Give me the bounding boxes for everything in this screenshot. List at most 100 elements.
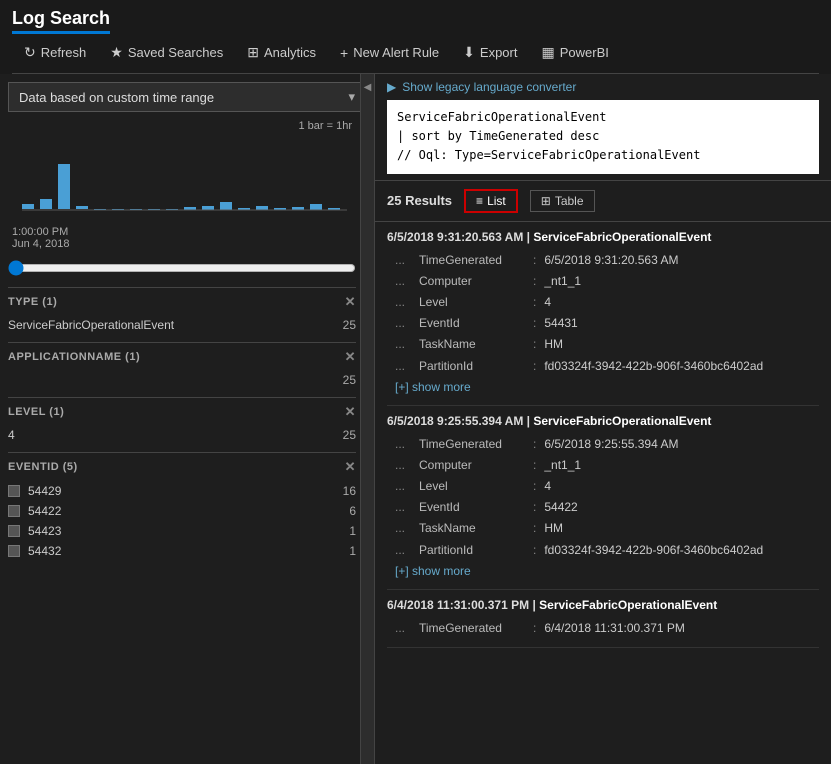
new-alert-rule-button[interactable]: + New Alert Rule [328,41,451,65]
expand-icon[interactable]: ... [395,251,415,270]
eventid-checkbox-2[interactable] [8,525,20,537]
result-eventtype-0: ServiceFabricOperationalEvent [533,230,711,244]
expand-icon[interactable]: ... [395,541,415,560]
result-item-1: 6/5/2018 9:25:55.394 AM | ServiceFabricO… [387,406,819,590]
type-filter-close[interactable]: ✕ [345,294,356,310]
expand-icon[interactable]: ... [395,619,415,638]
eventid-row-0: 54429 16 [8,481,356,501]
eventid-row-1: 54422 6 [8,501,356,521]
time-slider[interactable] [8,260,356,276]
eventid-value-1: 54422 [28,504,61,518]
table-icon: ⊞ [541,194,551,208]
results-list: 6/5/2018 9:31:20.563 AM | ServiceFabricO… [375,222,831,764]
result-field-1-4: ... TaskName : HM [387,518,819,539]
table-view-label: Table [555,194,584,208]
result-header-2: 6/4/2018 11:31:00.371 PM | ServiceFabric… [387,598,819,612]
chevron-right-icon: ▶ [387,80,396,94]
chart-label: 1:00:00 PM Jun 4, 2018 [12,226,352,250]
results-toolbar: 25 Results ≡ List ⊞ Table [375,181,831,222]
level-filter-section: LEVEL (1) ✕ 4 25 [8,397,356,444]
star-icon: ★ [110,44,123,61]
eventid-count-1: 6 [349,504,356,518]
level-filter-header: LEVEL (1) ✕ [8,404,356,420]
type-filter-header: TYPE (1) ✕ [8,294,356,310]
legacy-toggle-label: Show legacy language converter [402,80,576,94]
expand-icon[interactable]: ... [395,357,415,376]
result-header-1: 6/5/2018 9:25:55.394 AM | ServiceFabricO… [387,414,819,428]
eventid-filter-close[interactable]: ✕ [345,459,356,475]
legacy-toggle[interactable]: ▶ Show legacy language converter [387,80,819,94]
type-filter-value: ServiceFabricOperationalEvent [8,318,174,332]
collapse-icon: ◀ [364,82,372,93]
list-view-label: List [487,194,506,208]
expand-icon[interactable]: ... [395,314,415,333]
eventid-value-0: 54429 [28,484,61,498]
show-more-1[interactable]: [+] show more [387,561,479,581]
appname-filter-close[interactable]: ✕ [345,349,356,365]
appname-filter-label: APPLICATIONNAME (1) [8,351,140,363]
result-eventtype-1: ServiceFabricOperationalEvent [533,414,711,428]
powerbi-button[interactable]: ▦ PowerBI [529,40,620,65]
expand-icon[interactable]: ... [395,335,415,354]
analytics-button[interactable]: ⊞ Analytics [235,40,328,65]
toolbar: ↻ Refresh ★ Saved Searches ⊞ Analytics +… [12,40,819,74]
title-bar: Log Search [12,8,819,34]
time-slider-container [8,260,356,279]
expand-icon[interactable]: ... [395,435,415,454]
show-more-0[interactable]: [+] show more [387,377,479,397]
saved-searches-button[interactable]: ★ Saved Searches [98,40,235,65]
query-line-2: | sort by TimeGenerated desc [397,127,809,146]
result-eventtype-2: ServiceFabricOperationalEvent [539,598,717,612]
level-filter-row: 4 25 [8,426,356,444]
eventid-checkbox-0[interactable] [8,485,20,497]
eventid-checkbox-1[interactable] [8,505,20,517]
expand-icon[interactable]: ... [395,456,415,475]
eventid-filter-label: EVENTID (5) [8,461,78,473]
type-filter-row: ServiceFabricOperationalEvent 25 [8,316,356,334]
query-box[interactable]: ServiceFabricOperationalEvent | sort by … [387,100,819,174]
result-field-1-5: ... PartitionId : fd03324f-3942-422b-906… [387,540,819,561]
eventid-count-0: 16 [343,484,356,498]
expand-icon[interactable]: ... [395,519,415,538]
analytics-icon: ⊞ [247,44,259,61]
expand-icon[interactable]: ... [395,272,415,291]
eventid-row-3: 54432 1 [8,541,356,561]
expand-icon[interactable]: ... [395,477,415,496]
result-field-0-4: ... TaskName : HM [387,334,819,355]
result-item-0: 6/5/2018 9:31:20.563 AM | ServiceFabricO… [387,222,819,406]
eventid-row-2: 54423 1 [8,521,356,541]
result-field-1-0: ... TimeGenerated : 6/5/2018 9:25:55.394… [387,434,819,455]
result-item-2: 6/4/2018 11:31:00.371 PM | ServiceFabric… [387,590,819,648]
eventid-checkbox-3[interactable] [8,545,20,557]
result-field-1-1: ... Computer : _nt1_1 [387,455,819,476]
list-view-button[interactable]: ≡ List [464,189,518,213]
left-panel: Data based on custom time range ▾ 1 bar … [0,74,375,764]
type-filter-section: TYPE (1) ✕ ServiceFabricOperationalEvent… [8,287,356,334]
result-field-0-0: ... TimeGenerated : 6/5/2018 9:31:20.563… [387,250,819,271]
type-filter-label: TYPE (1) [8,296,57,308]
eventid-value-3: 54432 [28,544,61,558]
table-view-button[interactable]: ⊞ Table [530,190,595,212]
export-button[interactable]: ⬇ Export [451,40,529,65]
panel-collapse-handle[interactable]: ◀ [360,74,374,764]
level-filter-value: 4 [8,428,15,442]
level-filter-label: LEVEL (1) [8,406,64,418]
time-range-label: Data based on custom time range [19,90,214,105]
chart-canvas [12,134,352,224]
level-filter-close[interactable]: ✕ [345,404,356,420]
eventid-count-2: 1 [349,524,356,538]
expand-icon[interactable]: ... [395,498,415,517]
eventid-filter-section: EVENTID (5) ✕ 54429 16 54422 6 54423 1 5… [8,452,356,561]
page-title: Log Search [12,8,110,34]
refresh-button[interactable]: ↻ Refresh [12,40,98,65]
main-layout: Data based on custom time range ▾ 1 bar … [0,74,831,764]
time-range-selector[interactable]: Data based on custom time range ▾ [8,82,366,112]
query-area: ▶ Show legacy language converter Service… [375,74,831,181]
refresh-icon: ↻ [24,44,36,61]
right-panel: ▶ Show legacy language converter Service… [375,74,831,764]
chevron-down-icon: ▾ [348,89,355,105]
result-field-0-2: ... Level : 4 [387,292,819,313]
plus-icon: + [340,45,348,61]
expand-icon[interactable]: ... [395,293,415,312]
chart-meta: 1 bar = 1hr [12,120,352,132]
